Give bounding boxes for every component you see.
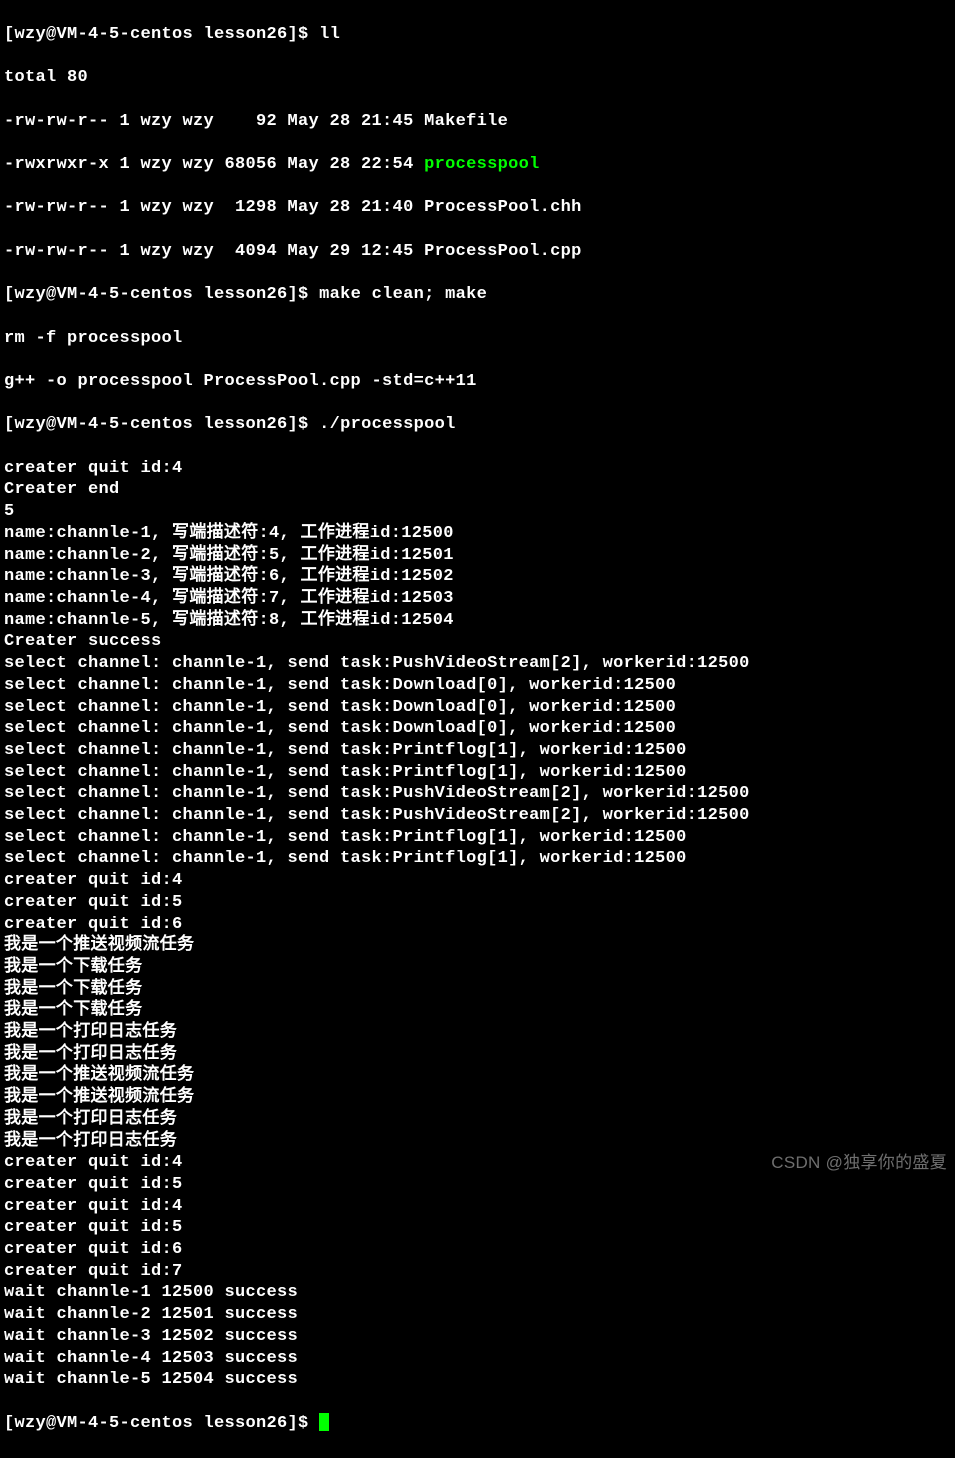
- output-line: 我是一个打印日志任务: [4, 1044, 951, 1066]
- output-line: creater quit id:5: [4, 1174, 951, 1196]
- prompt-line[interactable]: [wzy@VM-4-5-centos lesson26]$ ./processp…: [4, 414, 951, 436]
- output-line: creater quit id:6: [4, 914, 951, 936]
- output-line: 我是一个推送视频流任务: [4, 1065, 951, 1087]
- output-line: creater quit id:5: [4, 892, 951, 914]
- cursor-icon: [319, 1413, 329, 1431]
- output-line: Creater success: [4, 631, 951, 653]
- command-text: ./processpool: [319, 415, 456, 434]
- shell-prompt: [wzy@VM-4-5-centos lesson26]$: [4, 25, 319, 44]
- output-line: select channel: channle-1, send task:Pri…: [4, 762, 951, 784]
- output-line: name:channle-2, 写端描述符:5, 工作进程id:12501: [4, 545, 951, 567]
- output-line: -rw-rw-r-- 1 wzy wzy 4094 May 29 12:45 P…: [4, 241, 951, 263]
- output-line: creater quit id:4: [4, 1196, 951, 1218]
- output-line: creater quit id:7: [4, 1261, 951, 1283]
- prompt-line[interactable]: [wzy@VM-4-5-centos lesson26]$: [4, 1413, 951, 1435]
- output-line: wait channle-2 12501 success: [4, 1304, 951, 1326]
- output-line: 我是一个下载任务: [4, 957, 951, 979]
- output-line: select channel: channle-1, send task:Pus…: [4, 653, 951, 675]
- prompt-line[interactable]: [wzy@VM-4-5-centos lesson26]$ ll: [4, 24, 951, 46]
- executable-file: processpool: [424, 155, 540, 174]
- watermark-text: CSDN @独享你的盛夏: [771, 1152, 947, 1174]
- output-line: wait channle-3 12502 success: [4, 1326, 951, 1348]
- output-line: 我是一个推送视频流任务: [4, 1087, 951, 1109]
- output-line: wait channle-5 12504 success: [4, 1369, 951, 1391]
- output-line: name:channle-4, 写端描述符:7, 工作进程id:12503: [4, 588, 951, 610]
- output-line: g++ -o processpool ProcessPool.cpp -std=…: [4, 371, 951, 393]
- output-line: 我是一个打印日志任务: [4, 1022, 951, 1044]
- output-line: creater quit id:6: [4, 1239, 951, 1261]
- output-line: select channel: channle-1, send task:Dow…: [4, 675, 951, 697]
- ls-row-prefix: -rwxrwxr-x 1 wzy wzy 68056 May 28 22:54: [4, 155, 424, 174]
- output-line: select channel: channle-1, send task:Pri…: [4, 848, 951, 870]
- output-line: select channel: channle-1, send task:Pri…: [4, 827, 951, 849]
- command-text: ll: [319, 25, 340, 44]
- shell-prompt: [wzy@VM-4-5-centos lesson26]$: [4, 285, 319, 304]
- shell-prompt: [wzy@VM-4-5-centos lesson26]$: [4, 415, 319, 434]
- shell-prompt: [wzy@VM-4-5-centos lesson26]$: [4, 1414, 319, 1433]
- output-line: name:channle-5, 写端描述符:8, 工作进程id:12504: [4, 610, 951, 632]
- output-line: 我是一个打印日志任务: [4, 1109, 951, 1131]
- output-line: total 80: [4, 67, 951, 89]
- output-line: select channel: channle-1, send task:Dow…: [4, 718, 951, 740]
- output-line: 我是一个打印日志任务: [4, 1131, 951, 1153]
- output-line: select channel: channle-1, send task:Pus…: [4, 805, 951, 827]
- output-line: select channel: channle-1, send task:Dow…: [4, 697, 951, 719]
- output-line: rm -f processpool: [4, 328, 951, 350]
- output-line: Creater end: [4, 479, 951, 501]
- output-line: creater quit id:4: [4, 870, 951, 892]
- output-line: -rwxrwxr-x 1 wzy wzy 68056 May 28 22:54 …: [4, 154, 951, 176]
- output-line: 我是一个下载任务: [4, 1000, 951, 1022]
- output-line: name:channle-1, 写端描述符:4, 工作进程id:12500: [4, 523, 951, 545]
- output-line: -rw-rw-r-- 1 wzy wzy 92 May 28 21:45 Mak…: [4, 111, 951, 133]
- output-line: wait channle-4 12503 success: [4, 1348, 951, 1370]
- output-line: select channel: channle-1, send task:Pus…: [4, 783, 951, 805]
- output-line: 5: [4, 501, 951, 523]
- output-line: select channel: channle-1, send task:Pri…: [4, 740, 951, 762]
- output-line: wait channle-1 12500 success: [4, 1282, 951, 1304]
- output-line: creater quit id:4: [4, 458, 951, 480]
- prompt-line[interactable]: [wzy@VM-4-5-centos lesson26]$ make clean…: [4, 284, 951, 306]
- terminal-output: [wzy@VM-4-5-centos lesson26]$ ll total 8…: [0, 0, 955, 1458]
- output-line: 我是一个下载任务: [4, 979, 951, 1001]
- command-text: make clean; make: [319, 285, 487, 304]
- program-output: creater quit id:4Creater end5name:channl…: [4, 458, 951, 1391]
- output-line: 我是一个推送视频流任务: [4, 935, 951, 957]
- output-line: name:channle-3, 写端描述符:6, 工作进程id:12502: [4, 566, 951, 588]
- output-line: creater quit id:5: [4, 1217, 951, 1239]
- output-line: -rw-rw-r-- 1 wzy wzy 1298 May 28 21:40 P…: [4, 197, 951, 219]
